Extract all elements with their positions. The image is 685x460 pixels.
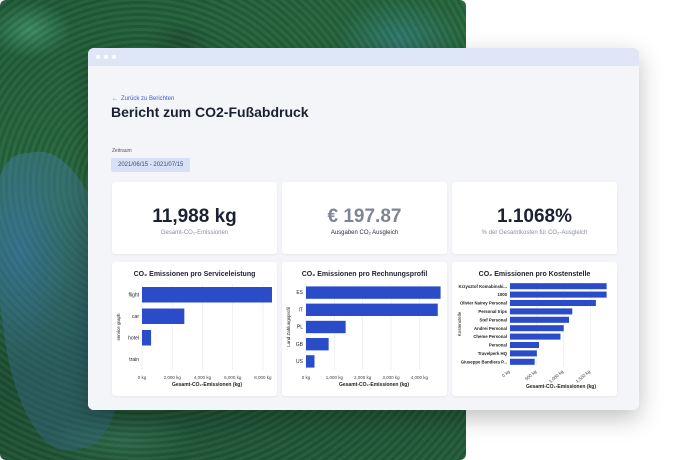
kpi-label: Ausgaben CO₂ Ausgleich: [330, 230, 399, 236]
x-tick-label: 6,000 kg: [224, 375, 242, 380]
x-axis-title: Gesamt-CO₂-Emissionen (kg): [526, 384, 596, 390]
kpi-value: € 197.87: [327, 206, 402, 227]
category-label: GB: [296, 342, 304, 348]
x-tick-label: 4,000 kg: [194, 375, 212, 380]
x-tick-label: 1,500 kg: [575, 369, 592, 384]
date-range-label: Zeitraum: [112, 148, 132, 154]
date-range-picker[interactable]: 2021/06/15 - 2021/07/15: [111, 158, 191, 172]
bar-8: [510, 350, 537, 357]
bar-3: [306, 338, 329, 351]
x-tick-label: 8,000 kg: [254, 375, 272, 380]
bar-1: [510, 291, 607, 298]
category-label: Olivier Nairey Personal: [460, 301, 507, 306]
app-window: ← Zurück zu Berichten Bericht zum CO2-Fu…: [88, 48, 639, 410]
x-axis-title: Gesamt-CO₂-Emissionen (kg): [339, 382, 409, 388]
window-dot: [112, 55, 116, 59]
x-tick-label: 0 kg: [501, 369, 511, 379]
bar-1: [306, 303, 438, 316]
window-dot: [104, 55, 108, 59]
bar-9: [510, 358, 535, 365]
bar-2: [510, 299, 596, 307]
category-label: train: [129, 357, 139, 363]
x-tick-label: 1,000 kg: [548, 369, 565, 384]
x-tick-label: 4,000 kg: [411, 375, 429, 380]
x-tick-label: 1,000 kg: [326, 375, 344, 380]
category-label: Giuseppe Bandiera P...: [461, 359, 507, 364]
category-label: Andrei Personal: [474, 326, 507, 331]
bar-2: [306, 320, 346, 334]
category-label: IT: [299, 307, 303, 313]
y-axis-title: Land Zahlungsprofil: [286, 307, 291, 347]
bar-1: [142, 308, 185, 324]
category-label: flight: [128, 292, 139, 298]
page-title: Bericht zum CO2-Fußabdruck: [111, 104, 309, 120]
chart-card-service: CO₂ Emissionen pro Serviceleistung 0 kg 2…: [112, 262, 277, 396]
x-tick-label: 2,000 kg: [164, 375, 182, 380]
category-label: car: [132, 314, 139, 320]
bar-2: [142, 330, 152, 346]
chart-card-cost-center: CO₂ Emissionen pro Kostenstelle 0 kg 500 …: [452, 262, 617, 396]
kpi-card-offset-spend: € 197.87 Ausgaben CO₂ Ausgleich: [282, 182, 447, 254]
bar-0: [306, 286, 441, 299]
bar-0: [142, 287, 272, 303]
bar-4: [510, 316, 570, 323]
category-label: Personal trips: [478, 309, 507, 314]
chart-emissions-by-cost-center: 0 kg 500 kg 1,000 kg 1,500 kg Krzysztof Koma…: [457, 282, 607, 390]
chart-card-billing-profile: CO₂ Emissionen pro Rechnungsprofil 0 kg 1…: [282, 262, 447, 396]
x-tick-label: 500 kg: [524, 369, 538, 382]
bar-6: [510, 333, 561, 340]
bar-4: [306, 355, 315, 368]
x-tick-label: 2,000 kg: [354, 375, 372, 380]
kpi-value: 11,988 kg: [152, 206, 237, 227]
chart-emissions-by-billing-profile: 0 kg 1,000 kg 2,000 kg 3,000 kg 4,000 kg ES IT…: [286, 284, 441, 388]
bar-0: [510, 283, 607, 290]
x-tick-label: 0 kg: [138, 375, 147, 380]
y-axis-title: service graph: [116, 313, 121, 341]
chart-emissions-by-service: 0 kg 2,000 kg 4,000 kg 6,000 kg 8,000 kg flig…: [116, 284, 272, 388]
bar-3: [510, 308, 573, 315]
back-link[interactable]: ← Zurück zu Berichten: [112, 96, 174, 102]
kpi-value: 1.1068%: [496, 206, 572, 227]
x-tick-label: 0 kg: [302, 375, 311, 380]
x-tick-label: 3,000 kg: [382, 375, 400, 380]
arrow-left-icon: ←: [112, 96, 118, 102]
kpi-label: % der Gesamtkosten für CO₂-Ausgleich: [481, 230, 588, 236]
category-label: hotel: [128, 335, 139, 341]
x-axis-title: Gesamt-CO₂-Emissionen (kg): [172, 382, 242, 388]
category-label: Krzysztof Komabinski...: [459, 284, 507, 289]
category-label: 1000: [497, 292, 507, 297]
category-label: Stef Personal: [480, 317, 507, 322]
kpi-label: Gesamt-CO₂-Emissionen: [160, 230, 229, 236]
window-dot: [96, 55, 100, 59]
category-label: Cheme Personal: [473, 334, 507, 339]
category-label: US: [296, 359, 304, 365]
category-label: ES: [296, 290, 303, 296]
window-titlebar: [88, 48, 639, 66]
report-content: ← Zurück zu Berichten Bericht zum CO2-Fu…: [88, 66, 639, 410]
bar-5: [510, 325, 564, 332]
kpi-card-offset-share: 1.1068% % der Gesamtkosten für CO₂-Ausgl…: [452, 182, 617, 254]
back-link-label: Zurück zu Berichten: [121, 96, 175, 102]
category-label: Travelperk HQ: [478, 351, 508, 356]
kpi-card-emissions: 11,988 kg Gesamt-CO₂-Emissionen: [112, 182, 277, 254]
category-label: Personal: [489, 343, 507, 348]
category-label: PL: [297, 325, 303, 331]
bar-7: [510, 341, 539, 349]
y-axis-title: Kostenstelle: [457, 311, 462, 336]
